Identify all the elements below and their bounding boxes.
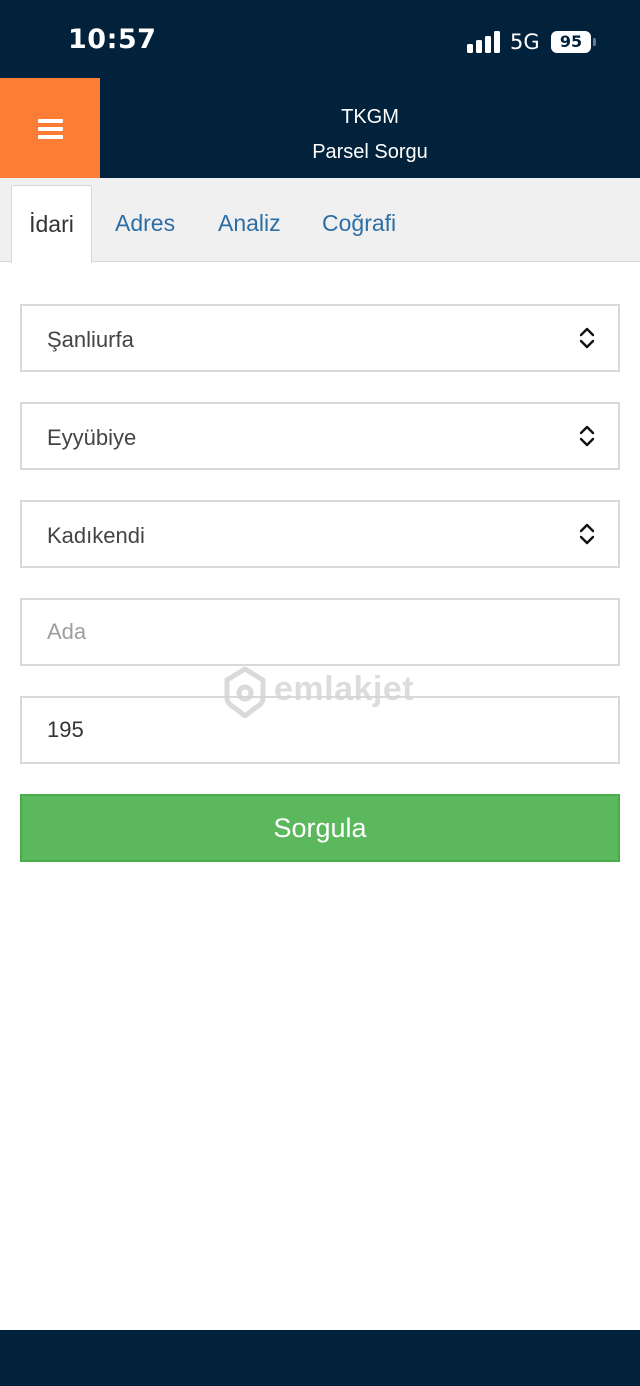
cellular-signal-icon xyxy=(467,31,501,53)
sorgula-button[interactable]: Sorgula xyxy=(20,794,620,862)
chevron-up-down-icon xyxy=(579,327,595,349)
status-bar: 10:57 5G 95 xyxy=(0,0,640,78)
app-header: TKGM Parsel Sorgu xyxy=(0,78,640,178)
province-select-value: Şanliurfa xyxy=(47,327,134,352)
tab-idari[interactable]: İdari xyxy=(11,185,92,263)
status-time: 10:57 xyxy=(68,24,157,55)
bottom-bar xyxy=(0,1330,640,1386)
header-subtitle: Parsel Sorgu xyxy=(312,141,428,163)
parsel-input[interactable] xyxy=(22,698,618,762)
tab-adres[interactable]: Adres xyxy=(115,185,175,262)
tab-bar: İdari Adres Analiz Coğrafi xyxy=(0,178,640,263)
district-select-value: Eyyübiye xyxy=(47,425,137,450)
menu-button[interactable] xyxy=(0,78,100,178)
battery-tip xyxy=(593,38,596,46)
province-select[interactable]: Şanliurfa xyxy=(20,304,620,372)
ada-field xyxy=(20,598,620,666)
chevron-up-down-icon xyxy=(579,425,595,447)
tab-analiz[interactable]: Analiz xyxy=(218,185,281,262)
neighborhood-select[interactable]: Kadıkendi xyxy=(20,500,620,568)
network-type: 5G xyxy=(510,30,540,54)
battery-icon: 95 xyxy=(551,31,591,53)
ada-input[interactable] xyxy=(22,600,618,664)
app-screen: 10:57 5G 95 TKGM Parsel Sorgu İdari Adre… xyxy=(0,0,640,1386)
chevron-up-down-icon xyxy=(579,523,595,545)
neighborhood-select-value: Kadıkendi xyxy=(47,523,145,548)
district-select[interactable]: Eyyübiye xyxy=(20,402,620,470)
header-title: TKGM xyxy=(341,106,399,128)
tab-cografi[interactable]: Coğrafi xyxy=(322,185,396,262)
parsel-field xyxy=(20,696,620,764)
